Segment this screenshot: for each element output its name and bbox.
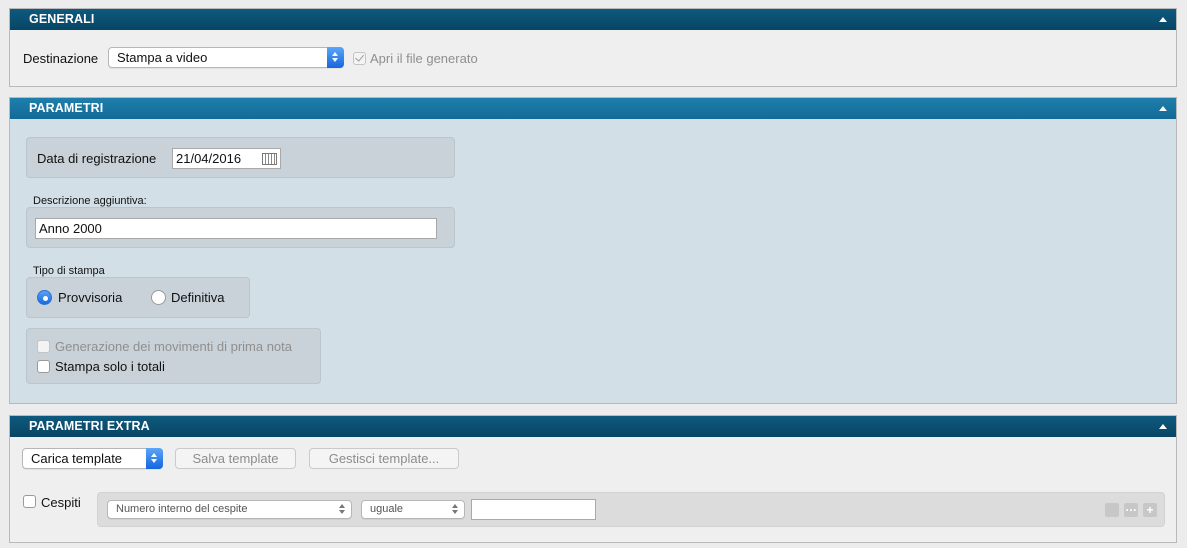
chevron-updown-icon xyxy=(452,503,460,517)
radio-definitiva[interactable] xyxy=(151,290,166,305)
radio-definitiva-label[interactable]: Definitiva xyxy=(171,290,224,305)
collapse-icon[interactable] xyxy=(1159,17,1167,22)
parametri-extra-title: PARAMETRI EXTRA xyxy=(29,419,150,433)
calendar-grid-icon[interactable] xyxy=(1105,503,1119,517)
data-registrazione-value: 21/04/2016 xyxy=(176,151,242,166)
filter-operator-select[interactable]: uguale xyxy=(361,500,465,519)
filter-field-value: Numero interno del cespite xyxy=(116,503,248,515)
carica-template-value: Carica template xyxy=(31,451,123,466)
cespiti-checkbox[interactable] xyxy=(23,495,36,508)
calendar-icon[interactable] xyxy=(262,153,277,165)
cespiti-label[interactable]: Cespiti xyxy=(41,495,81,510)
filter-field-select[interactable]: Numero interno del cespite xyxy=(107,500,352,519)
descrizione-group: Anno 2000 xyxy=(26,207,455,248)
parametri-header[interactable]: PARAMETRI xyxy=(10,98,1176,119)
tipo-stampa-group: Provvisoria Definitiva xyxy=(26,277,250,318)
parametri-extra-header[interactable]: PARAMETRI EXTRA xyxy=(10,416,1176,437)
chevron-updown-icon xyxy=(327,47,344,68)
chevron-updown-icon xyxy=(146,448,163,469)
apri-file-checkbox[interactable] xyxy=(353,52,366,65)
ellipsis-icon[interactable]: … xyxy=(1124,501,1138,517)
descrizione-field[interactable]: Anno 2000 xyxy=(35,218,437,239)
parametri-extra-panel: PARAMETRI EXTRA Carica template Salva te… xyxy=(9,415,1177,543)
checkmark-icon xyxy=(355,52,364,62)
descrizione-label: Descrizione aggiuntiva: xyxy=(33,195,147,207)
data-registrazione-field[interactable]: 21/04/2016 xyxy=(172,148,281,169)
radio-provvisoria-label[interactable]: Provvisoria xyxy=(58,290,122,305)
generazione-checkbox[interactable] xyxy=(37,340,50,353)
parametri-panel: PARAMETRI Data di registrazione 21/04/20… xyxy=(9,97,1177,404)
parametri-title: PARAMETRI xyxy=(29,101,104,115)
data-registrazione-label: Data di registrazione xyxy=(37,151,157,166)
salva-template-button[interactable]: Salva template xyxy=(175,448,296,469)
collapse-icon[interactable] xyxy=(1159,106,1167,111)
generali-panel: GENERALI Destinazione Stampa a video Apr… xyxy=(9,8,1177,87)
generali-header[interactable]: GENERALI xyxy=(10,9,1176,30)
filter-row: Numero interno del cespite uguale … + xyxy=(97,492,1165,527)
destinazione-value: Stampa a video xyxy=(117,50,208,65)
solo-totali-checkbox[interactable] xyxy=(37,360,50,373)
descrizione-value: Anno 2000 xyxy=(39,221,102,236)
filter-value-input[interactable] xyxy=(471,499,596,520)
data-registrazione-group: Data di registrazione 21/04/2016 xyxy=(26,137,455,178)
opzioni-group: Generazione dei movimenti di prima nota … xyxy=(26,328,321,384)
generali-title: GENERALI xyxy=(29,12,95,26)
apri-file-label: Apri il file generato xyxy=(370,51,478,66)
generazione-label: Generazione dei movimenti di prima nota xyxy=(55,339,293,354)
destinazione-label: Destinazione xyxy=(23,51,99,66)
solo-totali-label[interactable]: Stampa solo i totali xyxy=(55,359,165,374)
gestisci-template-button[interactable]: Gestisci template... xyxy=(309,448,459,469)
destinazione-select[interactable]: Stampa a video xyxy=(108,47,344,68)
plus-icon[interactable]: + xyxy=(1143,503,1157,517)
chevron-updown-icon xyxy=(339,503,347,517)
collapse-icon[interactable] xyxy=(1159,424,1167,429)
radio-provvisoria[interactable] xyxy=(37,290,52,305)
carica-template-select[interactable]: Carica template xyxy=(22,448,163,469)
filter-operator-value: uguale xyxy=(370,503,404,515)
tipo-stampa-label: Tipo di stampa xyxy=(33,265,105,277)
